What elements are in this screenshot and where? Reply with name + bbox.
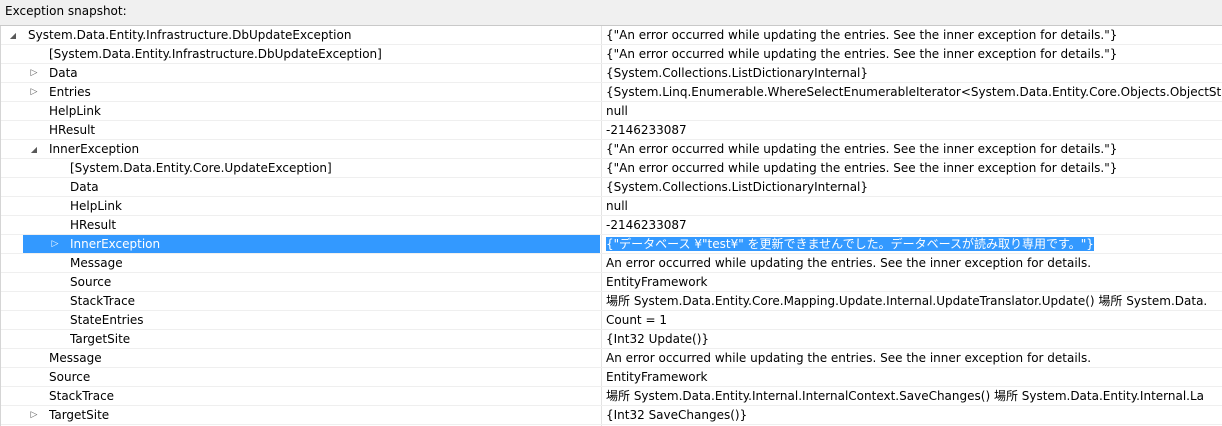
tree-row[interactable]: HResult -2146233087 [1,216,1222,235]
row-value: {System.Collections.ListDictionaryIntern… [606,64,1222,83]
collapsed-triangle-icon[interactable]: ▷ [28,64,40,83]
row-name: HResult [49,123,96,137]
row-value-text: {"An error occurred while updating the e… [606,161,1118,175]
tree-row[interactable]: HelpLink null [1,197,1222,216]
collapsed-triangle-icon[interactable]: ▷ [28,83,40,102]
tree-rows: ◢ System.Data.Entity.Infrastructure.DbUpd… [1,26,1222,425]
row-value-text: Count = 1 [606,313,667,327]
row-name: Data [49,66,78,80]
row-value: An error occurred while updating the ent… [606,254,1222,273]
tree-row[interactable]: Source EntityFramework [1,273,1222,292]
row-value-text: 場所 System.Data.Entity.Internal.InternalC… [606,389,1205,403]
row-value-text: -2146233087 [606,123,687,137]
row-name: Data [70,180,99,194]
tree-row[interactable]: StackTrace 場所 System.Data.Entity.Core.Ma… [1,292,1222,311]
collapsed-triangle-icon[interactable]: ▷ [28,406,40,425]
row-value-text: An error occurred while updating the ent… [606,256,1092,270]
tree-row[interactable]: Data {System.Collections.ListDictionaryIn… [1,178,1222,197]
row-value-text: An error occurred while updating the ent… [606,351,1092,365]
row-name: HelpLink [70,199,122,213]
row-value: -2146233087 [606,121,1222,140]
exception-snapshot-header: Exception snapshot: [0,0,1222,26]
tree-row[interactable]: ▷ Data {System.Collections.ListDictionaryI… [1,64,1222,83]
row-value: {"An error occurred while updating the e… [606,140,1222,159]
tree-row[interactable]: Message An error occurred while updating … [1,349,1222,368]
row-value-text: {System.Collections.ListDictionaryIntern… [606,180,869,194]
row-value-text: -2146233087 [606,218,687,232]
row-name: [System.Data.Entity.Infrastructure.DbUpd… [49,47,382,61]
tree-row[interactable]: ◢ InnerException {"An error occurred while… [1,140,1222,159]
tree-row[interactable]: Message An error occurred while updating … [1,254,1222,273]
tree-row[interactable]: ▷ Entries {System.Linq.Enumerable.WhereSel… [1,83,1222,102]
row-name: Message [49,351,102,365]
row-value: 場所 System.Data.Entity.Core.Mapping.Updat… [606,292,1222,311]
row-name: StackTrace [49,389,115,403]
row-value-text: EntityFramework [606,370,708,384]
row-value-text: {Int32 Update()} [606,332,710,346]
row-value-text: {"An error occurred while updating the e… [606,47,1118,61]
header-title: Exception snapshot: [5,4,127,18]
tree-row[interactable]: StateEntries Count = 1 [1,311,1222,330]
row-value: {"An error occurred while updating the e… [606,26,1222,45]
tree-row[interactable]: Source EntityFramework [1,368,1222,387]
row-value: {System.Collections.ListDictionaryIntern… [606,178,1222,197]
row-value-text: {"An error occurred while updating the e… [606,142,1118,156]
row-value: {"An error occurred while updating the e… [606,159,1222,178]
row-name: Entries [49,85,91,99]
row-value-text: null [606,104,628,118]
row-name: HelpLink [49,104,101,118]
row-name: Source [49,370,91,384]
tree-row[interactable]: HResult -2146233087 [1,121,1222,140]
tree-row[interactable]: ▷ InnerException {"データベース ¥"test¥" を更新できませ… [1,235,1222,254]
row-value: -2146233087 [606,216,1222,235]
row-value-text: 場所 System.Data.Entity.Core.Mapping.Updat… [606,294,1208,308]
row-name: StateEntries [70,313,144,327]
row-name: [System.Data.Entity.Core.UpdateException… [70,161,332,175]
row-value: {"An error occurred while updating the e… [606,45,1222,64]
tree-row[interactable]: HelpLink null [1,102,1222,121]
row-value: {Int32 Update()} [606,330,1222,349]
row-name: Message [70,256,123,270]
row-name: InnerException [49,142,140,156]
row-value-text: {"データベース ¥"test¥" を更新できませんでした。データベースが読み取… [606,237,1094,251]
row-value: EntityFramework [606,273,1222,292]
row-name: TargetSite [49,408,110,422]
row-name: Source [70,275,112,289]
exception-tree[interactable]: ◢ System.Data.Entity.Infrastructure.DbUpd… [0,26,1222,426]
row-name: StackTrace [70,294,136,308]
tree-row[interactable]: ▷ TargetSite {Int32 SaveChanges()} [1,406,1222,425]
row-value-text: EntityFramework [606,275,708,289]
tree-row[interactable]: ◢ System.Data.Entity.Infrastructure.DbUpd… [1,26,1222,45]
tree-row[interactable]: [System.Data.Entity.Infrastructure.DbUpd… [1,45,1222,64]
row-name: HResult [70,218,117,232]
row-name: System.Data.Entity.Infrastructure.DbUpda… [28,28,352,42]
row-value: {System.Linq.Enumerable.WhereSelectEnume… [606,83,1222,102]
row-value: 場所 System.Data.Entity.Internal.InternalC… [606,387,1222,406]
row-value-text: {"An error occurred while updating the e… [606,28,1118,42]
expanded-triangle-icon[interactable]: ◢ [7,26,19,45]
tree-row[interactable]: StackTrace 場所 System.Data.Entity.Interna… [1,387,1222,406]
row-value: {Int32 SaveChanges()} [606,406,1222,425]
row-value: Count = 1 [606,311,1222,330]
row-name: InnerException [70,237,161,251]
tree-row[interactable]: TargetSite {Int32 Update()} [1,330,1222,349]
row-name: TargetSite [70,332,131,346]
collapsed-triangle-icon[interactable]: ▷ [49,235,61,254]
row-value: EntityFramework [606,368,1222,387]
row-value: null [606,197,1222,216]
row-value: An error occurred while updating the ent… [606,349,1222,368]
row-value-text: {Int32 SaveChanges()} [606,408,748,422]
row-value-text: {System.Collections.ListDictionaryIntern… [606,66,869,80]
row-value-text: {System.Linq.Enumerable.WhereSelectEnume… [606,85,1222,99]
tree-row[interactable]: [System.Data.Entity.Core.UpdateException… [1,159,1222,178]
row-value: {"データベース ¥"test¥" を更新できませんでした。データベースが読み取… [606,235,1222,254]
row-value-text: null [606,199,628,213]
expanded-triangle-icon[interactable]: ◢ [28,140,40,159]
row-value: null [606,102,1222,121]
